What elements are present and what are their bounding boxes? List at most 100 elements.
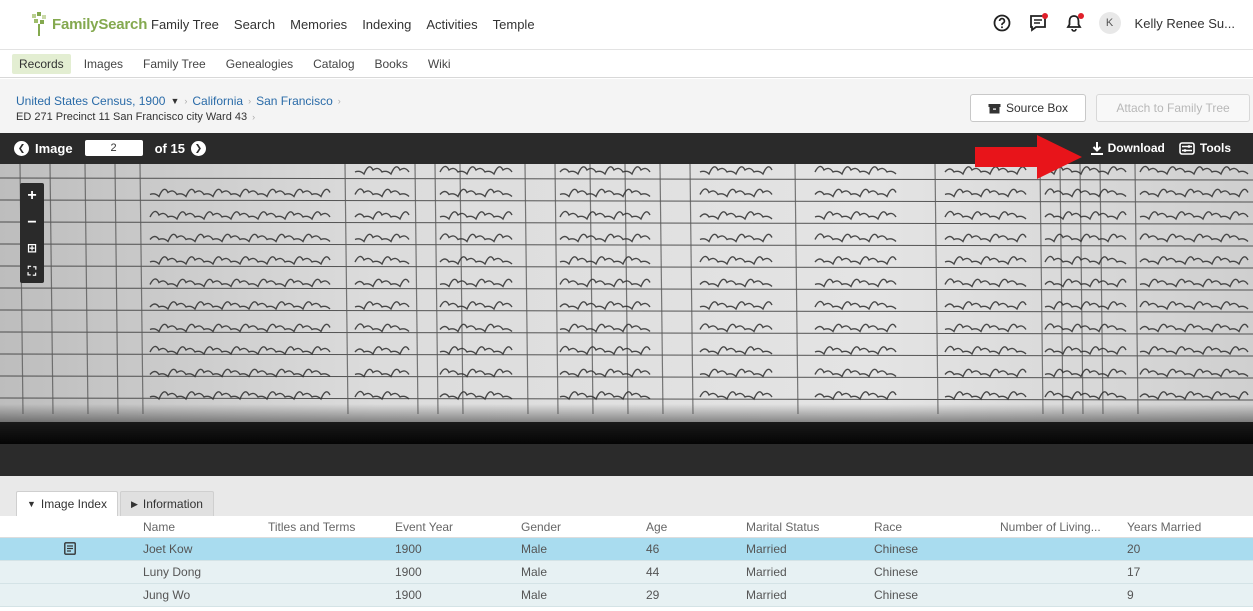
nav-indexing[interactable]: Indexing (362, 17, 411, 32)
nav-temple[interactable]: Temple (493, 17, 535, 32)
cell-age: 46 (646, 542, 660, 556)
tools-button[interactable]: Tools (1179, 141, 1231, 155)
tab-information[interactable]: ▶ Information (119, 491, 214, 516)
col-event-year[interactable]: Event Year (395, 520, 453, 534)
top-header: FamilySearch Family Tree Search Memories… (0, 0, 1253, 50)
subnav-records[interactable]: Records (12, 54, 71, 74)
page-count: of 15 (154, 140, 185, 156)
cell-gender: Male (521, 588, 548, 602)
panel-tabs: ▼ Image Index ▶ Information (16, 491, 214, 516)
breadcrumb-separator-icon: › (252, 112, 256, 122)
subnav-genealogies[interactable]: Genealogies (219, 54, 300, 74)
viewer-tools: Download Tools (1090, 141, 1231, 155)
breadcrumb-collection[interactable]: United States Census, 1900 (16, 94, 165, 108)
zoom-in-icon[interactable]: + (27, 187, 36, 205)
table-header: Name Titles and Terms Event Year Gender … (0, 516, 1253, 538)
col-race[interactable]: Race (874, 520, 902, 534)
tree-logo-icon (32, 12, 46, 36)
tools-icon (1179, 141, 1195, 155)
subnav-wiki[interactable]: Wiki (421, 54, 458, 74)
box-icon (988, 103, 1001, 113)
col-name[interactable]: Name (143, 520, 175, 534)
cell-name: Jung Wo (143, 588, 191, 602)
breadcrumb-district: ED 271 Precinct 11 San Francisco city Wa… (16, 111, 248, 123)
breadcrumb-state[interactable]: California (192, 94, 243, 108)
messages-badge (1041, 13, 1048, 19)
table-row[interactable]: Luny Dong 1900 Male 44 Married Chinese 1… (0, 561, 1253, 584)
index-panel: ▼ Image Index ▶ Information Name Titles … (0, 476, 1253, 611)
attach-label: Attach to Family Tree (1116, 101, 1230, 115)
logo-text: FamilySearch (52, 15, 148, 33)
familysearch-logo[interactable]: FamilySearch (29, 12, 147, 36)
subnav-books[interactable]: Books (368, 54, 415, 74)
col-living-children[interactable]: Number of Living... (1000, 520, 1101, 534)
main-nav: Family Tree Search Memories Indexing Act… (151, 17, 535, 32)
messages-icon[interactable] (1027, 12, 1049, 34)
grid-view-icon[interactable]: ⊞ (27, 241, 37, 255)
cell-race: Chinese (874, 542, 919, 556)
tools-label: Tools (1199, 141, 1231, 155)
breadcrumb-separator-icon: › (248, 96, 252, 106)
fullscreen-icon[interactable]: ⛶ (28, 264, 36, 279)
breadcrumb-district-row: ED 271 Precinct 11 San Francisco city Wa… (16, 111, 255, 123)
image-viewer[interactable]: ❮ Image 2 of 15 ❯ Download Tools + − ⊞ ⛶ (0, 133, 1253, 476)
breadcrumb: United States Census, 1900 ▼ › Californi… (16, 94, 341, 108)
tab-image-index-label: Image Index (40, 497, 107, 511)
cell-name: Luny Dong (143, 565, 202, 579)
nav-activities[interactable]: Activities (426, 17, 477, 32)
caret-down-icon: ▼ (27, 499, 36, 509)
search-subnav: Records Images Family Tree Genealogies C… (0, 51, 1253, 78)
download-icon (1090, 141, 1103, 155)
tab-image-index[interactable]: ▼ Image Index (16, 491, 118, 516)
col-marital-status[interactable]: Marital Status (746, 520, 819, 534)
chevron-down-icon[interactable]: ▼ (170, 96, 179, 106)
annotation-arrow-icon (975, 135, 1082, 179)
nav-family-tree[interactable]: Family Tree (151, 17, 219, 32)
cell-gender: Male (521, 565, 548, 579)
col-years-married[interactable]: Years Married (1127, 520, 1201, 534)
notifications-icon[interactable] (1063, 12, 1085, 34)
breadcrumb-city[interactable]: San Francisco (256, 94, 333, 108)
source-box-label: Source Box (1005, 101, 1069, 115)
image-pagination: ❮ Image 2 of 15 ❯ (14, 140, 206, 156)
avatar[interactable]: K (1098, 12, 1121, 34)
nav-search[interactable]: Search (234, 17, 275, 32)
next-image-icon[interactable]: ❯ (190, 140, 206, 156)
col-gender[interactable]: Gender (521, 520, 561, 534)
cell-years-married: 20 (1127, 542, 1141, 556)
col-titles[interactable]: Titles and Terms (268, 520, 355, 534)
subnav-images[interactable]: Images (77, 54, 130, 74)
breadcrumb-separator-icon: › (337, 96, 341, 106)
download-button[interactable]: Download (1090, 141, 1165, 155)
tab-information-label: Information (142, 497, 203, 511)
table-row[interactable]: Joet Kow 1900 Male 46 Married Chinese 20 (0, 538, 1253, 561)
col-age[interactable]: Age (646, 520, 667, 534)
nav-memories[interactable]: Memories (290, 17, 347, 32)
cell-marital: Married (746, 565, 787, 579)
cell-marital: Married (746, 588, 787, 602)
subnav-family-tree[interactable]: Family Tree (136, 54, 213, 74)
cell-years-married: 9 (1127, 588, 1134, 602)
user-area: K Kelly Renee Su... (991, 12, 1235, 34)
notifications-badge (1077, 13, 1084, 19)
cell-name: Joet Kow (143, 542, 193, 556)
help-icon[interactable] (991, 12, 1013, 34)
previous-image-icon[interactable]: ❮ (14, 140, 29, 156)
page-number-input[interactable]: 2 (84, 140, 143, 156)
username[interactable]: Kelly Renee Su... (1135, 16, 1235, 31)
cell-race: Chinese (874, 565, 919, 579)
breadcrumb-bar: United States Census, 1900 ▼ › Californi… (0, 79, 1253, 133)
source-box-button[interactable]: Source Box (970, 94, 1086, 122)
attach-to-tree-button[interactable]: Attach to Family Tree (1096, 94, 1250, 122)
table-row[interactable]: Jung Wo 1900 Male 29 Married Chinese 9 (0, 584, 1253, 607)
image-label: Image (35, 140, 73, 156)
subnav-catalog[interactable]: Catalog (306, 54, 361, 74)
census-record-image (0, 164, 1253, 476)
zoom-out-icon[interactable]: − (27, 214, 36, 232)
cell-year: 1900 (395, 542, 422, 556)
caret-right-icon: ▶ (130, 498, 138, 509)
cell-race: Chinese (874, 588, 919, 602)
record-details-icon[interactable] (64, 542, 76, 555)
cell-gender: Male (521, 542, 548, 556)
cell-years-married: 17 (1127, 565, 1141, 579)
